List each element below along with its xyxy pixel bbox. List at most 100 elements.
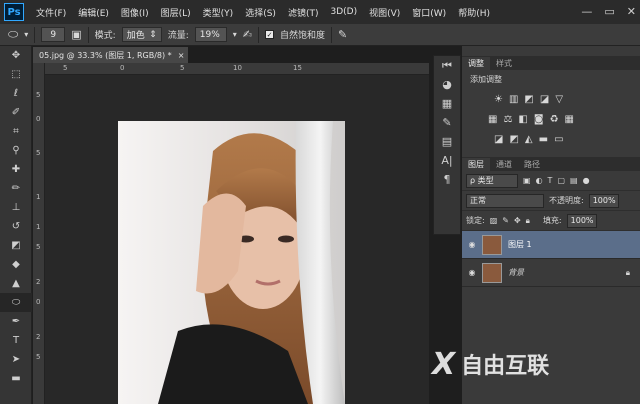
clone-stamp-tool-icon[interactable]: ⊥ — [0, 198, 32, 217]
quick-select-tool-icon[interactable]: ✐ — [0, 103, 32, 122]
layer-row-layer1[interactable]: ◉ 图层 1 — [462, 231, 640, 259]
menu-3d[interactable]: 3D(D) — [324, 7, 363, 17]
menu-filter[interactable]: 滤镜(T) — [282, 6, 325, 19]
tab-styles[interactable]: 样式 — [490, 57, 518, 70]
tab-channels[interactable]: 通道 — [490, 158, 518, 171]
curves-icon[interactable]: ◩ — [524, 94, 533, 105]
brush-tool-icon[interactable]: ✏ — [0, 179, 32, 198]
lock-all-icon[interactable]: 🔒︎ — [526, 216, 530, 226]
divider — [331, 26, 333, 43]
filter-pixel-icon[interactable]: ▣ — [523, 176, 531, 185]
brush-size-picker[interactable]: 9 — [41, 27, 66, 42]
menu-help[interactable]: 帮助(H) — [452, 6, 496, 19]
menu-select[interactable]: 选择(S) — [239, 6, 282, 19]
opacity-input[interactable]: 100% — [588, 193, 619, 208]
color-lookup-icon[interactable]: ▦ — [565, 114, 574, 125]
close-button[interactable]: ✕ — [627, 5, 636, 18]
adjustments-row-2: ▦ ⚖ ◧ ◙ ♻ ▦ — [462, 109, 640, 129]
photo-filter-icon[interactable]: ◙ — [534, 114, 544, 125]
options-bar: ⬭ ▾ 9 ▣ 模式: 加色 ⇕ 流量: 19% ▾ ✍ ✓ 自然饱和度 ✎ — [0, 24, 640, 46]
hue-saturation-icon[interactable]: ▦ — [488, 114, 497, 125]
history-brush-tool-icon[interactable]: ↺ — [0, 217, 32, 236]
filter-smart-icon[interactable]: ▤ — [570, 176, 578, 185]
character-panel-icon[interactable]: A| — [434, 151, 460, 170]
lasso-tool-icon[interactable]: ℓ — [0, 84, 32, 103]
menu-view[interactable]: 视图(V) — [363, 6, 406, 19]
paint-bucket-tool-icon[interactable]: ◆ — [0, 255, 32, 274]
eye-icon[interactable]: ◉ — [462, 268, 482, 277]
menu-type[interactable]: 类型(Y) — [197, 6, 240, 19]
document-tab[interactable]: 05.jpg @ 33.3% (图层 1, RGB/8) * × — [33, 47, 188, 63]
menu-file[interactable]: 文件(F) — [30, 6, 72, 19]
vibrance-icon[interactable]: ▽ — [555, 94, 563, 105]
layer-name: 背景 — [508, 268, 524, 277]
photoshop-logo: Ps — [4, 3, 24, 21]
posterize-icon[interactable]: ◩ — [509, 134, 518, 145]
filter-type-icon[interactable]: T — [548, 176, 553, 185]
document-title: 05.jpg @ 33.3% (图层 1, RGB/8) * — [39, 50, 172, 60]
menu-image[interactable]: 图像(I) — [115, 6, 155, 19]
flow-chevron-down-icon[interactable]: ▾ — [233, 30, 237, 39]
tab-layers[interactable]: 图层 — [462, 158, 490, 171]
shape-tool-icon[interactable]: ▬ — [0, 369, 32, 388]
minimize-button[interactable]: — — [581, 5, 592, 18]
blend-mode-select[interactable]: 正常 — [466, 193, 544, 208]
swatches-panel-icon[interactable]: ▦ — [434, 94, 460, 113]
channel-mixer-icon[interactable]: ♻ — [550, 114, 559, 125]
eyedropper-tool-icon[interactable]: ⚲ — [0, 141, 32, 160]
tab-adjustments[interactable]: 调整 — [462, 57, 490, 70]
selective-color-icon[interactable]: ▭ — [554, 134, 563, 145]
menu-edit[interactable]: 编辑(E) — [72, 6, 115, 19]
path-select-tool-icon[interactable]: ➤ — [0, 350, 32, 369]
mode-select[interactable]: 加色 ⇕ — [121, 27, 162, 42]
brush-panel-icon[interactable]: ▤ — [434, 132, 460, 151]
type-tool-icon[interactable]: T — [0, 331, 32, 350]
pressure-size-icon[interactable]: ✎ — [338, 28, 347, 41]
tool-presets-icon[interactable]: ✎ — [434, 113, 460, 132]
filter-toggle-icon[interactable]: ● — [583, 176, 590, 185]
levels-icon[interactable]: ▥ — [509, 94, 518, 105]
paragraph-panel-icon[interactable]: ¶ — [434, 170, 460, 189]
crop-tool-icon[interactable]: ⌗ — [0, 122, 32, 141]
blur-tool-icon[interactable]: ▲ — [0, 274, 32, 293]
exposure-icon[interactable]: ◪ — [540, 94, 549, 105]
move-tool-icon[interactable]: ✥ — [0, 46, 32, 65]
filter-shape-icon[interactable]: ▢ — [557, 176, 565, 185]
brush-panel-icon[interactable]: ▣ — [71, 28, 81, 41]
fill-input[interactable]: 100% — [566, 213, 597, 228]
invert-icon[interactable]: ◪ — [494, 134, 503, 145]
gradient-map-icon[interactable]: ▬ — [539, 134, 548, 145]
lock-paint-icon[interactable]: ✎ — [502, 216, 509, 225]
black-white-icon[interactable]: ◧ — [518, 114, 527, 125]
marquee-tool-icon[interactable]: ⬚ — [0, 65, 32, 84]
pen-tool-icon[interactable]: ✒ — [0, 312, 32, 331]
color-panel-icon[interactable]: ◕ — [434, 75, 460, 94]
lock-transparency-icon[interactable]: ▨ — [490, 216, 498, 225]
eye-icon[interactable]: ◉ — [462, 240, 482, 249]
layer-filter-select[interactable]: ρ 类型 — [466, 173, 518, 188]
eraser-tool-icon[interactable]: ◩ — [0, 236, 32, 255]
color-balance-icon[interactable]: ⚖ — [503, 114, 512, 125]
brightness-icon[interactable]: ☀ — [494, 94, 503, 105]
close-tab-icon[interactable]: × — [178, 51, 185, 60]
ruler-tick: 5 — [36, 149, 41, 157]
filter-adjust-icon[interactable]: ◐ — [536, 176, 543, 185]
healing-brush-tool-icon[interactable]: ✚ — [0, 160, 32, 179]
canvas-photo[interactable] — [118, 121, 345, 404]
natural-saturation-checkbox[interactable]: ✓ — [265, 30, 274, 39]
sponge-tool-icon[interactable]: ⬭ — [0, 293, 32, 312]
sponge-tool-icon[interactable]: ⬭ — [8, 27, 18, 42]
airbrush-icon[interactable]: ✍ — [243, 28, 252, 41]
menu-layer[interactable]: 图层(L) — [155, 6, 197, 19]
lock-move-icon[interactable]: ✥ — [514, 216, 521, 225]
layer-row-background[interactable]: ◉ 背景 🔒︎ — [462, 259, 640, 287]
restore-button[interactable]: ▭ — [604, 5, 614, 18]
threshold-icon[interactable]: ◭ — [525, 134, 533, 145]
tool-preset-chevron-down-icon[interactable]: ▾ — [24, 30, 28, 39]
menu-window[interactable]: 窗口(W) — [406, 6, 452, 19]
tab-paths[interactable]: 路径 — [518, 158, 546, 171]
flow-input[interactable]: 19% — [194, 27, 227, 42]
panel-dock: ⏮ ◕ ▦ ✎ ▤ A| ¶ — [433, 55, 461, 235]
history-panel-icon[interactable]: ⏮ — [434, 56, 460, 75]
ruler-tick: 5 — [36, 243, 41, 251]
